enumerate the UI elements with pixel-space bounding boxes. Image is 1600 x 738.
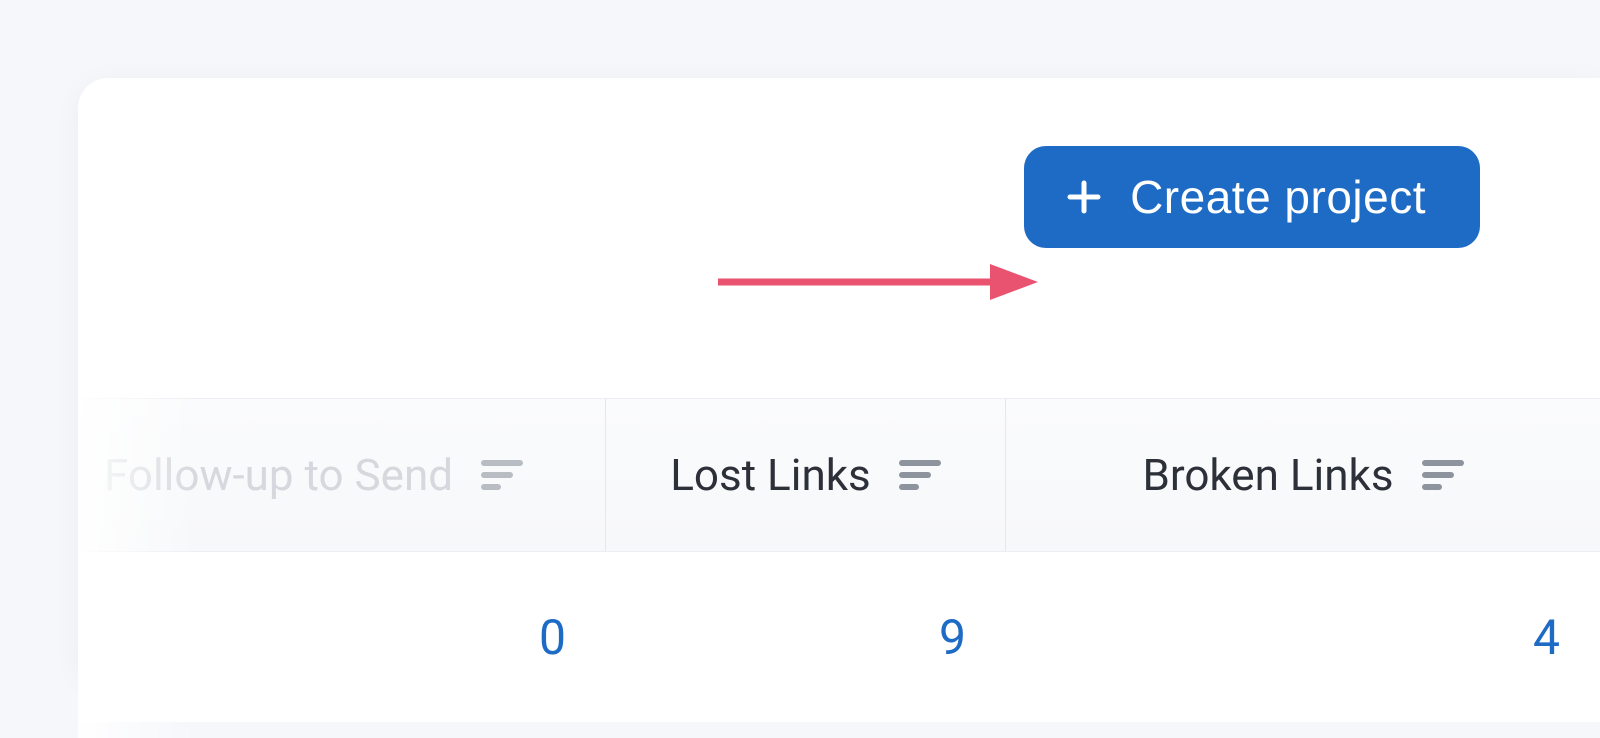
- column-header-label: Broken Links: [1142, 449, 1393, 501]
- cell-value: 4: [1533, 609, 1560, 666]
- plus-icon: [1066, 179, 1102, 215]
- column-header-broken[interactable]: Broken Links: [1006, 399, 1600, 551]
- cell-followup[interactable]: 0: [78, 552, 606, 722]
- column-header-label: Follow-up to Send: [104, 449, 453, 501]
- create-project-label: Create project: [1130, 170, 1426, 224]
- table-row: 0 9 4: [78, 552, 1600, 722]
- cell-broken[interactable]: 4: [1006, 552, 1600, 722]
- sort-icon: [481, 460, 523, 490]
- column-header-lost[interactable]: Lost Links: [606, 399, 1006, 551]
- cell-value: 9: [939, 609, 966, 666]
- main-panel: Create project Follow-up to Send Lost Li…: [78, 78, 1600, 678]
- table-header-row: Follow-up to Send Lost Links Broken Link…: [78, 398, 1600, 552]
- toolbar: Create project: [1024, 146, 1480, 248]
- sort-icon: [899, 460, 941, 490]
- column-header-followup[interactable]: Follow-up to Send: [78, 399, 606, 551]
- create-project-button[interactable]: Create project: [1024, 146, 1480, 248]
- sort-icon: [1422, 460, 1464, 490]
- cell-lost[interactable]: 9: [606, 552, 1006, 722]
- annotation-arrow: [718, 262, 1038, 302]
- column-header-label: Lost Links: [670, 449, 871, 501]
- cell-value: 0: [539, 609, 566, 666]
